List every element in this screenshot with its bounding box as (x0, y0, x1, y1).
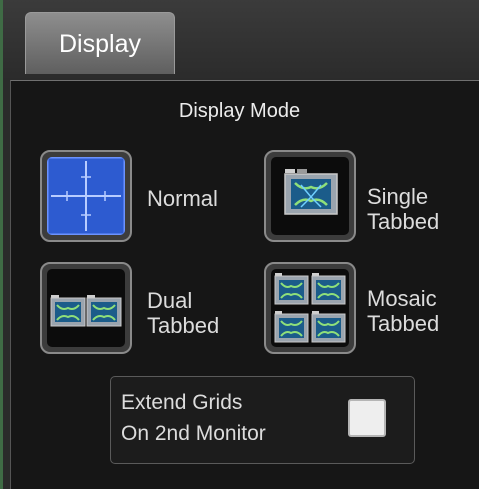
dual-tabbed-mode-label: Dual Tabbed (147, 288, 220, 338)
mosaic-tabbed-icon (271, 269, 349, 347)
dual-tabbed-mode-button[interactable] (40, 262, 132, 354)
extend-grids-label: Extend Grids On 2nd Monitor (121, 391, 266, 445)
mosaic-tabbed-mode-button[interactable] (264, 262, 356, 354)
mosaic-tabbed-mode-label: Mosaic Tabbed (367, 286, 440, 336)
extend-grids-group: Extend Grids On 2nd Monitor (110, 376, 415, 464)
normal-mode-button[interactable] (40, 150, 132, 242)
display-mode-title: Display Mode (178, 100, 301, 122)
extend-grids-checkbox[interactable] (348, 399, 386, 437)
dual-tabbed-icon (47, 269, 125, 347)
tab-strip: Display (3, 0, 479, 80)
single-tabbed-icon (271, 157, 349, 235)
tab-display[interactable]: Display (25, 12, 175, 74)
single-tabbed-mode-button[interactable] (264, 150, 356, 242)
single-tabbed-mode-label: Single Tabbed (367, 184, 440, 234)
normal-mode-label: Normal (147, 186, 218, 211)
normal-grid-icon (47, 157, 125, 235)
